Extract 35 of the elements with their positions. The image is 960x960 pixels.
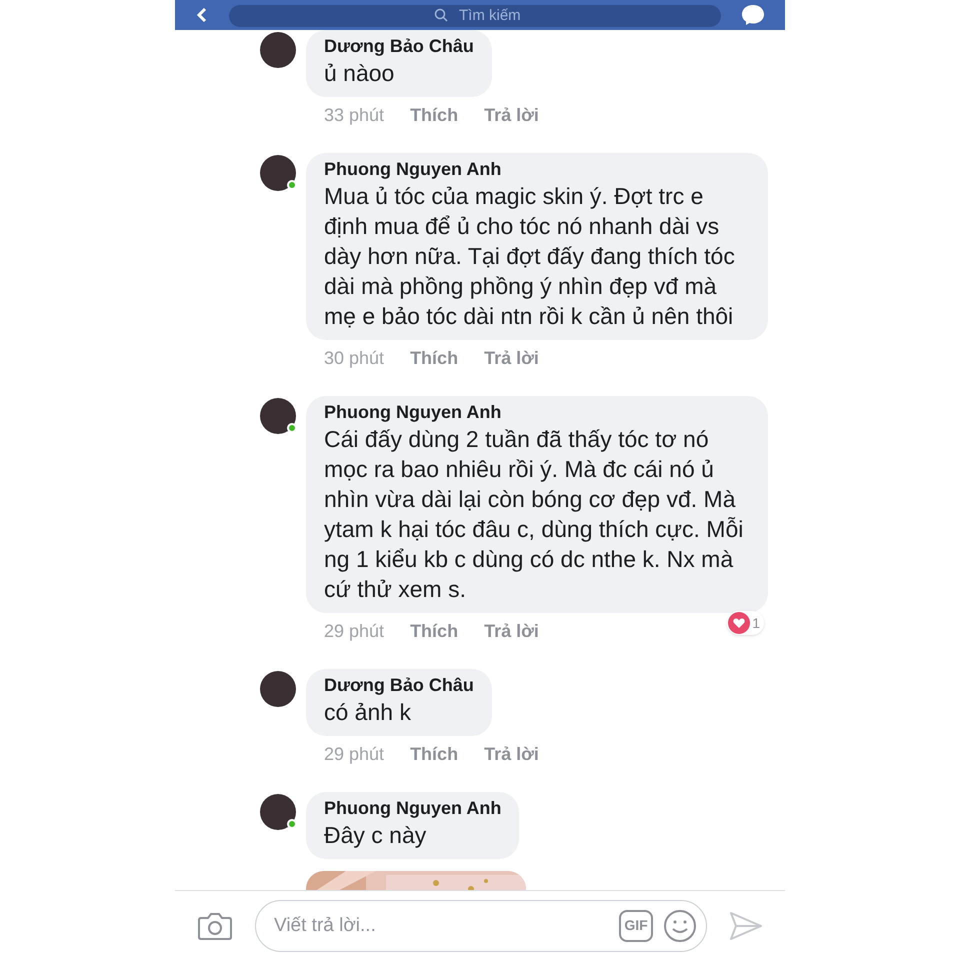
reply-link[interactable]: Trả lời: [484, 103, 539, 127]
comment-time: 29 phút: [324, 620, 384, 643]
avatar[interactable]: [260, 794, 296, 830]
avatar[interactable]: [260, 32, 296, 68]
gif-button[interactable]: GIF: [619, 910, 653, 942]
comment-text: Mua ủ tóc của magic skin ý. Đợt trc e định mua để ủ cho tóc nó nhanh dài vs dày hơn nữa. Tại đợt đấy đang thích tóc dài mà phồng phồng ý nhìn đẹp vđ mà mẹ e bảo tóc dài ntn rồi k cần ủ nên thôi: [324, 182, 736, 331]
reply-link[interactable]: Trả lời: [484, 619, 539, 643]
author-name[interactable]: Dương Bảo Châu: [324, 673, 474, 697]
author-name[interactable]: Phuong Nguyen Anh: [324, 796, 502, 820]
comment-text: có ảnh k: [324, 698, 412, 727]
comment-time: 33 phút: [324, 104, 384, 127]
author-name[interactable]: Dương Bảo Châu: [324, 34, 474, 58]
comment-time: 29 phút: [324, 743, 384, 766]
avatar[interactable]: [260, 155, 296, 191]
avatar[interactable]: [260, 671, 296, 707]
like-link[interactable]: Thích: [410, 103, 458, 127]
comment-text: ủ nàoo: [324, 59, 396, 88]
comment-text: Cái đấy dùng 2 tuần đã thấy tóc tơ nó mọc ra bao nhiêu rồi ý. Mà đc cái nó ủ nhìn vừa dài lại còn bóng cơ đẹp vđ. Mà ytam k hại tóc đâu c, dùng thích cực. Mỗi ng 1 kiểu kb c dùng có dc nthe k. Nx mà cứ thử xem s.: [324, 425, 744, 604]
reply-link[interactable]: Trả lời: [484, 742, 539, 766]
comment-text: Đây c này: [324, 821, 428, 850]
messenger-icon[interactable]: [741, 4, 765, 26]
search-field[interactable]: Tìm kiếm: [229, 5, 721, 28]
like-link[interactable]: Thích: [410, 619, 458, 643]
avatar[interactable]: [260, 398, 296, 434]
reply-link[interactable]: Trả lời: [484, 346, 539, 370]
reaction-badge[interactable]: 1: [727, 611, 764, 635]
author-name[interactable]: Phuong Nguyen Anh: [324, 157, 750, 181]
search-icon: [434, 8, 448, 22]
comment-time: 30 phút: [324, 347, 384, 370]
like-link[interactable]: Thích: [410, 346, 458, 370]
like-link[interactable]: Thích: [410, 742, 458, 766]
camera-icon[interactable]: [197, 910, 233, 940]
smiley-icon[interactable]: [663, 908, 697, 942]
author-name[interactable]: Phuong Nguyen Anh: [324, 400, 750, 424]
back-icon[interactable]: [195, 8, 209, 22]
